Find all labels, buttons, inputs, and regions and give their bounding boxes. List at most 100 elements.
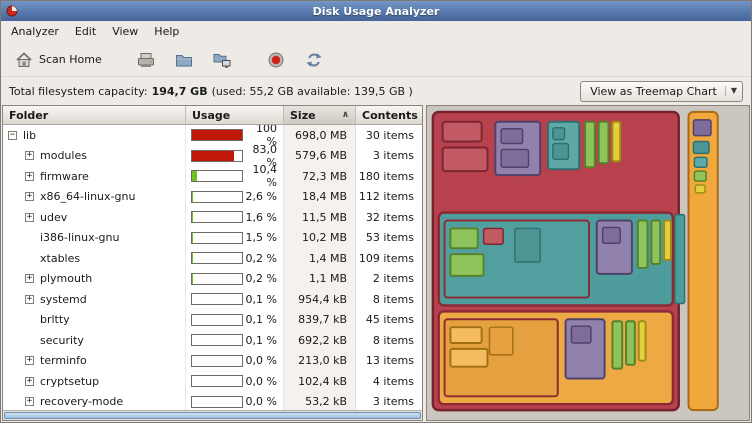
table-row[interactable]: +systemd0,1 %954,4 kB8 items <box>3 289 422 310</box>
column-header-size[interactable]: Size ∧ <box>284 106 356 125</box>
folder-name: plymouth <box>40 272 92 285</box>
treemap-rect[interactable] <box>553 128 565 140</box>
scan-home-button[interactable]: Scan Home <box>9 47 107 73</box>
table-row[interactable]: +plymouth0,2 %1,1 MB2 items <box>3 269 422 290</box>
treemap-rect[interactable] <box>450 349 487 367</box>
column-header-size-label: Size <box>290 109 316 122</box>
treemap-rect[interactable] <box>515 228 540 262</box>
treemap-rect[interactable] <box>694 157 707 167</box>
menu-view[interactable]: View <box>104 21 146 43</box>
scan-filesystem-icon <box>136 50 156 70</box>
folder-name: i386-linux-gnu <box>40 231 119 244</box>
treemap-rect[interactable] <box>626 321 635 364</box>
expand-expander-icon[interactable]: + <box>25 397 34 406</box>
column-header-contents[interactable]: Contents <box>356 106 422 125</box>
treemap-rect[interactable] <box>484 228 504 244</box>
treemap-rect[interactable] <box>450 254 483 276</box>
treemap-rect[interactable] <box>553 144 569 160</box>
usage-bar <box>191 170 243 182</box>
refresh-button[interactable] <box>299 47 329 73</box>
view-mode-value: View as Treemap Chart <box>590 85 717 98</box>
horizontal-scrollbar[interactable] <box>3 410 422 420</box>
expand-expander-icon[interactable]: + <box>25 192 34 201</box>
stop-button[interactable] <box>261 47 291 73</box>
treemap-rect[interactable] <box>443 122 482 142</box>
expand-expander-icon[interactable]: + <box>25 151 34 160</box>
contents-value: 180 items <box>356 166 422 187</box>
size-value: 11,5 MB <box>284 207 356 228</box>
menu-analyzer[interactable]: Analyzer <box>3 21 67 43</box>
treemap-rect[interactable] <box>443 147 488 171</box>
usage-percent: 0,0 % <box>243 375 277 388</box>
scan-folder-button[interactable] <box>169 47 199 73</box>
menu-edit[interactable]: Edit <box>67 21 104 43</box>
toolbar: Scan Home <box>1 43 751 77</box>
scan-remote-folder-icon <box>212 50 232 70</box>
treemap-rect[interactable] <box>501 149 528 167</box>
scan-filesystem-button[interactable] <box>131 47 161 73</box>
table-row[interactable]: +cryptsetup0,0 %102,4 kB4 items <box>3 371 422 392</box>
treemap-rect[interactable] <box>612 122 620 161</box>
treemap-rect[interactable] <box>501 129 522 144</box>
collapse-expander-icon[interactable]: − <box>8 131 17 140</box>
home-icon <box>14 50 34 70</box>
expand-expander-icon[interactable]: + <box>25 356 34 365</box>
table-row[interactable]: +x86_64-linux-gnu2,6 %18,4 MB112 items <box>3 187 422 208</box>
view-mode-dropdown[interactable]: View as Treemap Chart ▼ <box>580 81 743 102</box>
size-value: 579,6 MB <box>284 146 356 167</box>
treemap-rect[interactable] <box>489 327 512 355</box>
treemap-rect[interactable] <box>695 185 705 193</box>
treemap-rect[interactable] <box>450 228 477 248</box>
treemap-rect[interactable] <box>603 227 621 243</box>
expand-expander-icon[interactable]: + <box>25 172 34 181</box>
stop-icon <box>266 50 286 70</box>
folder-name: modules <box>40 149 87 162</box>
contents-value: 3 items <box>356 392 422 411</box>
treemap-rect[interactable] <box>693 120 711 136</box>
treemap-rect[interactable] <box>638 221 648 268</box>
usage-bar <box>191 211 243 223</box>
contents-value: 53 items <box>356 228 422 249</box>
title-bar[interactable]: Disk Usage Analyzer <box>1 1 751 21</box>
table-row[interactable]: i386-linux-gnu1,5 %10,2 MB53 items <box>3 228 422 249</box>
treemap-rect[interactable] <box>693 142 709 154</box>
scrollbar-thumb[interactable] <box>4 412 421 419</box>
folder-name: x86_64-linux-gnu <box>40 190 135 203</box>
menu-help[interactable]: Help <box>146 21 187 43</box>
treemap-rect[interactable] <box>639 321 646 360</box>
table-row[interactable]: +terminfo0,0 %213,0 kB13 items <box>3 351 422 372</box>
tree-rows: −lib100 %698,0 MB30 items+modules83,0 %5… <box>3 125 422 410</box>
table-row[interactable]: security0,1 %692,2 kB8 items <box>3 330 422 351</box>
expand-expander-icon[interactable]: + <box>25 295 34 304</box>
expand-expander-icon[interactable]: + <box>25 213 34 222</box>
treemap-rect[interactable] <box>651 221 660 264</box>
treemap-rect[interactable] <box>694 171 706 181</box>
column-header-usage[interactable]: Usage <box>186 106 284 125</box>
table-row[interactable]: +firmware10,4 %72,3 MB180 items <box>3 166 422 187</box>
table-row[interactable]: xtables0,2 %1,4 MB109 items <box>3 248 422 269</box>
scan-remote-button[interactable] <box>207 47 237 73</box>
column-header-folder[interactable]: Folder <box>3 106 186 125</box>
size-value: 213,0 kB <box>284 351 356 372</box>
treemap-rect[interactable] <box>571 326 591 343</box>
table-row[interactable]: +udev1,6 %11,5 MB32 items <box>3 207 422 228</box>
table-row[interactable]: brltty0,1 %839,7 kB45 items <box>3 310 422 331</box>
treemap-rect[interactable] <box>664 221 671 260</box>
table-row[interactable]: −lib100 %698,0 MB30 items <box>3 125 422 146</box>
table-row[interactable]: +modules83,0 %579,6 MB3 items <box>3 146 422 167</box>
menu-bar: Analyzer Edit View Help <box>1 21 751 43</box>
treemap-rect[interactable] <box>675 215 685 304</box>
size-value: 954,4 kB <box>284 289 356 310</box>
table-row[interactable]: +recovery-mode0,0 %53,2 kB3 items <box>3 392 422 411</box>
treemap-rect[interactable] <box>612 321 622 368</box>
treemap-rect[interactable] <box>599 122 609 163</box>
contents-value: 32 items <box>356 207 422 228</box>
expand-expander-icon[interactable]: + <box>25 377 34 386</box>
treemap-rect[interactable] <box>450 327 481 343</box>
usage-percent: 0,1 % <box>243 334 277 347</box>
expand-expander-icon[interactable]: + <box>25 274 34 283</box>
treemap-rect[interactable] <box>585 122 595 167</box>
column-header-folder-label: Folder <box>9 109 48 122</box>
treemap-chart[interactable] <box>427 106 749 420</box>
usage-bar <box>191 191 243 203</box>
